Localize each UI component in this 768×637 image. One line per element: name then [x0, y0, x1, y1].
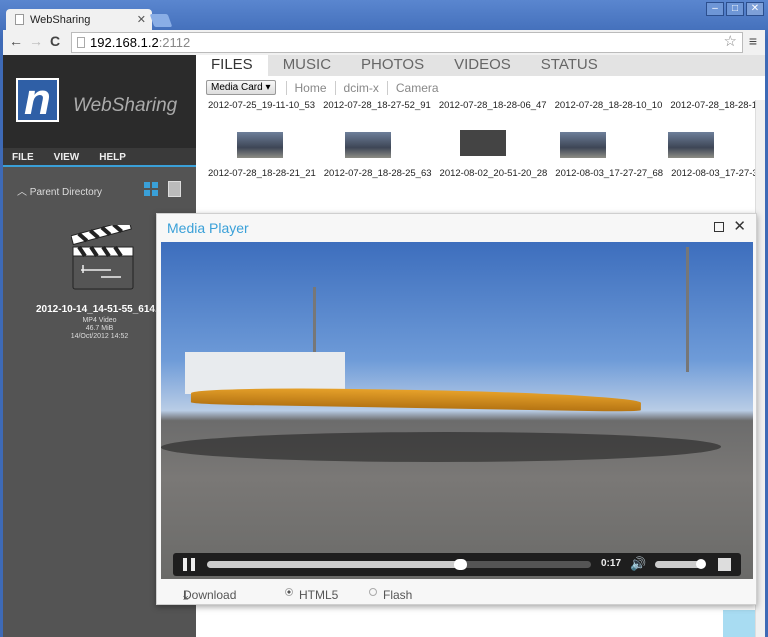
thumbnail[interactable] — [345, 132, 391, 158]
flying-wing-aircraft — [190, 386, 642, 412]
thumb-label[interactable]: 2012-08-02_20-51-20_28 — [440, 168, 548, 181]
address-bar[interactable]: 192.168.1.2:2112 — [71, 32, 743, 53]
media-player-dialog: Media Player ✕ 0:17 🔊 ⤓ Download HTML5 F… — [156, 213, 757, 605]
thumb-label-row: 2012-07-28_18-28-21_21 2012-07-28_18-28-2… — [208, 168, 765, 181]
flash-radio[interactable]: Flash — [369, 585, 412, 602]
storage-select[interactable]: Media Card ▾ — [206, 80, 276, 95]
download-label: Download — [183, 588, 237, 602]
grid-view-icon[interactable] — [144, 182, 158, 196]
close-tab-icon[interactable]: ✕ — [137, 13, 146, 26]
sidebar-header: n WebSharing — [3, 55, 196, 148]
thumb-label[interactable]: 2012-08-03_17-27-27_68 — [555, 168, 663, 181]
browser-tab[interactable]: WebSharing ✕ — [6, 9, 152, 31]
logo: n — [16, 78, 59, 122]
menu-icon[interactable]: ≡ — [749, 33, 757, 49]
pause-icon[interactable] — [183, 558, 195, 571]
thumbnail[interactable] — [668, 132, 714, 158]
thumb-label[interactable]: 2012-07-28_18-27-52_91 — [323, 100, 431, 113]
thumbnail[interactable] — [237, 132, 283, 158]
video-controls: 0:17 🔊 — [173, 553, 741, 576]
breadcrumb-dcim-x[interactable]: dcim-x — [334, 80, 387, 95]
seek-fill — [207, 561, 461, 568]
html5-label: HTML5 — [299, 588, 339, 602]
url-host: 192.168.1.2 — [90, 35, 159, 50]
storage-select-value: Media Card — [211, 82, 263, 93]
video-frame[interactable]: 0:17 🔊 — [161, 242, 753, 579]
fullscreen-icon[interactable] — [718, 558, 731, 571]
parent-directory-label: Parent Directory — [29, 187, 103, 198]
menu-file[interactable]: FILE — [12, 152, 34, 165]
browser-window: – □ ✕ WebSharing ✕ ← → C 192.168.1.2:2112 … — [0, 0, 768, 637]
brand-name: WebSharing — [73, 95, 178, 116]
browser-toolbar: ← → C 192.168.1.2:2112 ☆ ≡ — [3, 30, 765, 55]
thumb-label[interactable]: 2012-07-28_18-28-21_21 — [208, 168, 316, 181]
window-controls: – □ ✕ — [706, 2, 764, 16]
maximize-icon[interactable] — [714, 222, 724, 232]
menu-view[interactable]: VIEW — [54, 152, 80, 165]
light-pole — [686, 247, 689, 372]
breadcrumb-camera[interactable]: Camera — [386, 80, 447, 95]
thumb-label[interactable]: 2012-08-03_17-27-30_66 — [671, 168, 765, 181]
breadcrumb: Media Card ▾ Home dcim-x Camera — [206, 80, 447, 95]
close-window-button[interactable]: ✕ — [746, 2, 764, 16]
volume-handle[interactable] — [695, 559, 706, 569]
current-time: 0:17 — [601, 558, 622, 569]
dialog-title: Media Player — [167, 220, 249, 236]
thumb-label[interactable]: 2012-07-28_18-28-17_45 — [670, 100, 765, 113]
video-thumbnail[interactable] — [460, 130, 506, 156]
chevron-up-icon: ︿ — [17, 187, 30, 198]
thumb-label[interactable]: 2012-07-28_18-28-25_63 — [324, 168, 432, 181]
radio-selected-icon — [285, 588, 293, 596]
radio-icon — [369, 588, 377, 596]
tab-photos[interactable]: PHOTOS — [346, 55, 439, 76]
url-port: :2112 — [158, 35, 191, 50]
thumbnail[interactable] — [560, 132, 606, 158]
seek-bar[interactable] — [207, 559, 591, 570]
back-icon[interactable]: ← — [9, 33, 23, 49]
page-icon — [15, 14, 24, 25]
minimize-button[interactable]: – — [706, 2, 724, 16]
new-tab-button[interactable] — [149, 14, 173, 27]
forward-icon[interactable]: → — [29, 33, 43, 49]
tab-status[interactable]: STATUS — [526, 55, 613, 76]
reload-icon[interactable]: C — [50, 33, 60, 49]
thumb-label[interactable]: 2012-07-25_19-11-10_53 — [208, 100, 315, 113]
close-icon[interactable]: ✕ — [733, 217, 746, 235]
light-pole — [313, 287, 316, 352]
thumb-label[interactable]: 2012-07-28_18-28-06_47 — [439, 100, 547, 113]
tab-title: WebSharing — [30, 14, 91, 26]
volume-fill — [655, 561, 701, 568]
html5-radio[interactable]: HTML5 — [285, 585, 338, 602]
sidebar-menu: FILE VIEW HELP — [3, 148, 196, 167]
video-clapperboard-icon[interactable] — [71, 225, 135, 291]
flash-label: Flash — [383, 588, 413, 602]
menu-help[interactable]: HELP — [99, 152, 126, 165]
bookmark-star-icon[interactable]: ☆ — [724, 32, 737, 50]
breadcrumb-home[interactable]: Home — [285, 80, 335, 95]
player-footer: ⤓ Download HTML5 Flash — [157, 582, 757, 604]
thumb-label[interactable]: 2012-07-28_18-28-10_10 — [555, 100, 663, 113]
maximize-button[interactable]: □ — [726, 2, 744, 16]
tab-music[interactable]: MUSIC — [268, 55, 346, 76]
plane-shadow — [161, 432, 727, 462]
seek-handle[interactable] — [454, 559, 468, 570]
file-grid: 2012-07-25_19-11-10_53 2012-07-28_18-27-5… — [208, 100, 765, 181]
list-view-icon[interactable] — [168, 181, 181, 197]
tab-files[interactable]: FILES — [196, 55, 268, 76]
volume-icon[interactable]: 🔊 — [630, 556, 646, 572]
thumb-label-row: 2012-07-25_19-11-10_53 2012-07-28_18-27-5… — [208, 100, 765, 113]
tab-videos[interactable]: VIDEOS — [439, 55, 526, 76]
page-icon — [77, 37, 85, 48]
volume-slider[interactable] — [655, 559, 706, 569]
parent-directory-link[interactable]: ︿ Parent Directory — [17, 183, 102, 198]
section-tabs: FILES MUSIC PHOTOS VIDEOS STATUS — [196, 55, 765, 76]
